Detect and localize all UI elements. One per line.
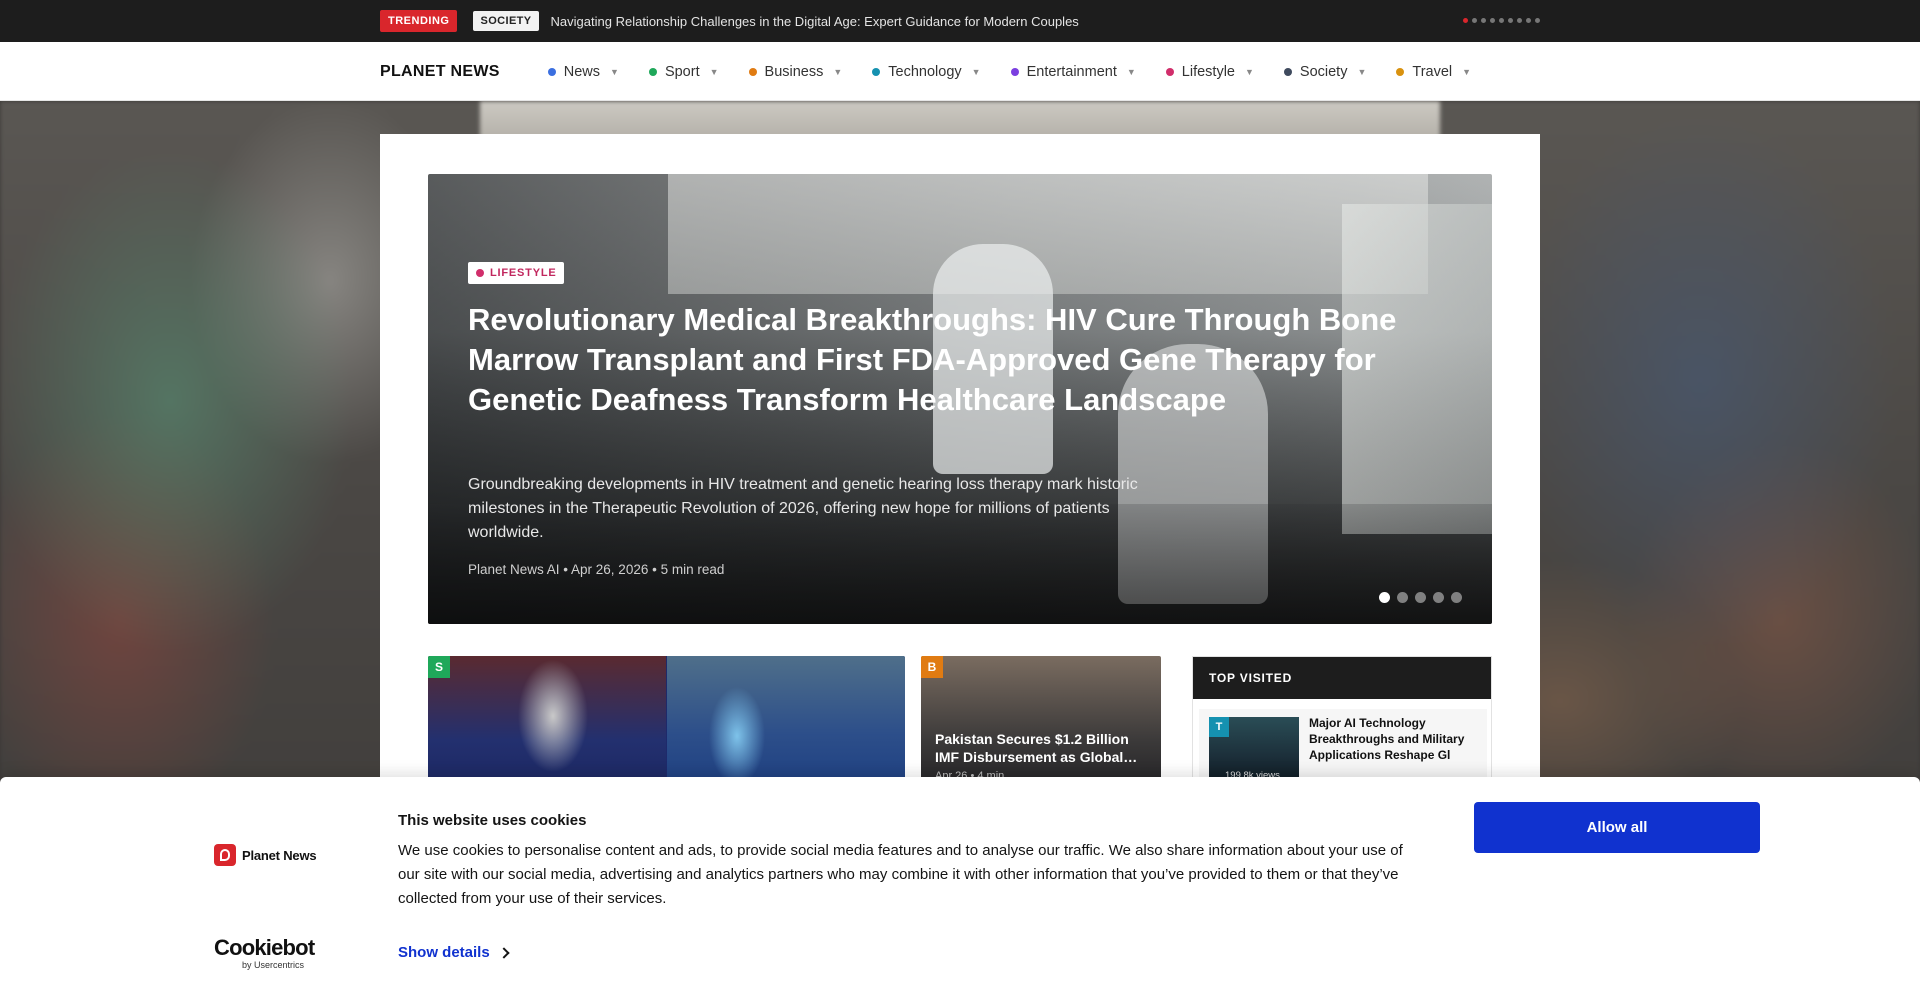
hero-summary: Groundbreaking developments in HIV treat… <box>468 476 1138 541</box>
ticker-dot[interactable] <box>1472 18 1477 23</box>
main-nav: PLANET NEWS News ▼ Sport ▼ Business ▼ Technolo… <box>0 42 1920 101</box>
chevron-down-icon: ▼ <box>833 66 843 77</box>
nav-dot-icon <box>1396 67 1405 76</box>
nav-item-business[interactable]: Business ▼ <box>748 63 843 80</box>
chevron-right-icon <box>498 946 510 959</box>
hero-pagination <box>1379 592 1462 603</box>
chevron-down-icon: ▼ <box>971 66 981 77</box>
planet-news-logo-icon <box>214 844 236 866</box>
story-image-match <box>667 656 905 796</box>
nav-item-label: Lifestyle <box>1181 63 1235 80</box>
hero-slide[interactable]: LIFESTYLE Revolutionary Medical Breakthr… <box>428 174 1492 624</box>
allow-all-button[interactable]: Allow all <box>1474 802 1760 853</box>
cookie-body: We use cookies to personalise content an… <box>398 842 1403 907</box>
chevron-down-icon: ▼ <box>1357 66 1367 77</box>
nav-dot-icon <box>872 67 881 76</box>
nav-item-label: Entertainment <box>1026 63 1117 80</box>
hero-pagination-dot[interactable] <box>1379 592 1390 603</box>
trending-headline[interactable]: Navigating Relationship Challenges in th… <box>551 14 1079 29</box>
ticker-dot[interactable] <box>1517 18 1522 23</box>
chevron-down-icon: ▼ <box>709 66 719 77</box>
nav-item-label: News <box>563 63 601 80</box>
ticker-dot[interactable] <box>1526 18 1531 23</box>
chevron-down-icon: ▼ <box>1244 66 1254 77</box>
nav-item-travel[interactable]: Travel ▼ <box>1396 64 1471 80</box>
cookiebot-logo: Cookiebot by Usercentrics <box>214 935 315 971</box>
chevron-down-icon: ▼ <box>1462 66 1472 77</box>
hero-pagination-dot[interactable] <box>1433 592 1444 603</box>
hero-pagination-dot[interactable] <box>1451 592 1462 603</box>
site-logo[interactable]: PLANET NEWS <box>380 63 500 81</box>
ticker-dot[interactable] <box>1481 18 1486 23</box>
hero-pagination-dot[interactable] <box>1397 592 1408 603</box>
ticker-dot[interactable] <box>1463 18 1468 23</box>
top-visited-heading: TOP VISITED <box>1193 657 1491 699</box>
ticker-dot[interactable] <box>1490 18 1495 23</box>
nav-item-label: Society <box>1299 63 1348 80</box>
nav-item-label: Travel <box>1412 63 1453 80</box>
trending-section-badge[interactable]: SOCIETY <box>473 11 539 31</box>
category-chip-business: B <box>921 656 943 678</box>
ticker-dot[interactable] <box>1499 18 1504 23</box>
nav-item-label: Business <box>764 63 824 80</box>
category-chip-technology: T <box>1209 717 1229 737</box>
ticker-dot[interactable] <box>1535 18 1540 23</box>
top-visited-thumbnail: T 199.8k views <box>1209 717 1299 783</box>
ticker-dots <box>1463 18 1540 23</box>
nav-item-sport[interactable]: Sport ▼ <box>648 63 719 80</box>
story-card-sport[interactable]: S <box>428 656 905 796</box>
cookie-site-logo: Planet News <box>214 844 317 866</box>
story-card-business[interactable]: B Pakistan Secures $1.2 Billion IMF Disb… <box>921 656 1161 796</box>
nav-item-lifestyle[interactable]: Lifestyle ▼ <box>1165 63 1254 80</box>
nav-item-label: Technology <box>888 63 962 80</box>
trending-badge: TRENDING <box>380 10 458 32</box>
top-visited-title[interactable]: Major AI Technology Breakthroughs and Mi… <box>1309 715 1481 763</box>
chevron-down-icon: ▼ <box>610 66 619 77</box>
cookie-logo-text: Planet News <box>242 847 317 863</box>
nav-dot-icon <box>1165 67 1174 76</box>
category-chip-sport: S <box>428 656 450 678</box>
nav-dot-icon <box>1283 67 1292 76</box>
nav-item-news[interactable]: News ▼ <box>547 63 619 80</box>
nav-dot-icon <box>1010 67 1019 76</box>
show-details-link[interactable]: Show details <box>398 944 510 961</box>
story-title[interactable]: Pakistan Secures $1.2 Billion IMF Disbur… <box>935 730 1145 766</box>
trending-bar: TRENDING SOCIETY Navigating Relationship… <box>0 0 1920 42</box>
ticker-dot[interactable] <box>1508 18 1513 23</box>
cookiebot-by: by Usercentrics <box>242 960 305 970</box>
hero-meta: Planet News AI • Apr 26, 2026 • 5 min re… <box>468 562 725 577</box>
hero-category-tag[interactable]: LIFESTYLE <box>468 262 565 284</box>
chevron-down-icon: ▼ <box>1126 66 1136 77</box>
story-image-trophy <box>428 656 666 796</box>
nav-item-entertainment[interactable]: Entertainment ▼ <box>1010 63 1136 80</box>
nav-dot-icon <box>648 67 657 76</box>
cookie-banner: Planet News Cookiebot by Usercentrics Th… <box>0 777 1920 993</box>
nav-item-society[interactable]: Society ▼ <box>1283 63 1367 80</box>
nav-item-label: Sport <box>664 63 700 80</box>
hero-title[interactable]: Revolutionary Medical Breakthroughs: HIV… <box>468 300 1398 420</box>
hero-pagination-dot[interactable] <box>1415 592 1426 603</box>
hero-category-label: LIFESTYLE <box>490 267 557 279</box>
nav-dot-icon <box>547 67 556 76</box>
nav-item-technology[interactable]: Technology ▼ <box>872 63 981 80</box>
cookiebot-name: Cookiebot <box>214 935 315 960</box>
category-dot-icon <box>476 269 484 277</box>
show-details-label: Show details <box>398 944 490 961</box>
nav-dot-icon <box>748 67 757 76</box>
top-visited-panel: TOP VISITED T 199.8k views Major AI Tech… <box>1192 656 1492 796</box>
cookie-heading: This website uses cookies <box>398 812 587 829</box>
